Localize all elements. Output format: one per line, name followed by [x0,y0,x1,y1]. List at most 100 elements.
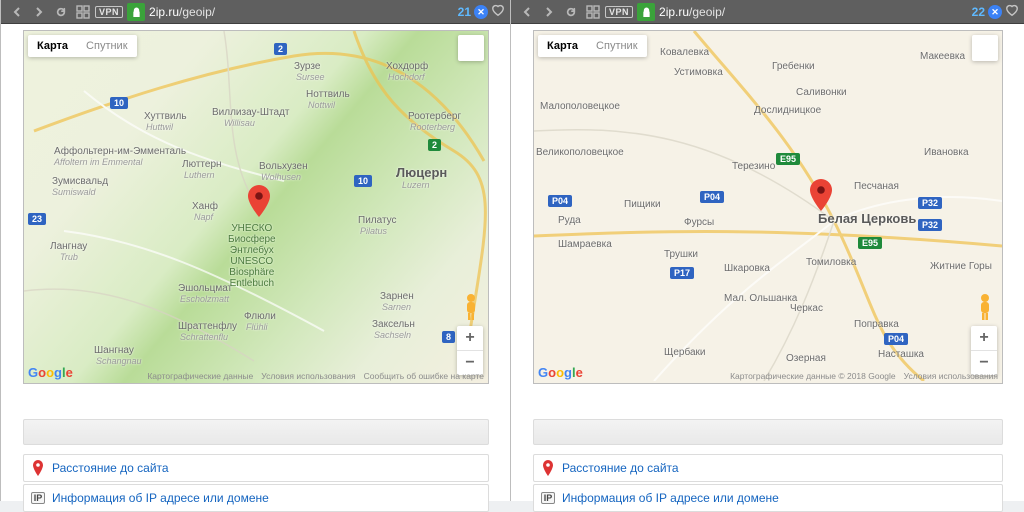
map-label: Аффольтерн-им-Эмменталь [54,146,186,157]
map-tab-satellite[interactable]: Спутник [77,35,136,57]
map[interactable]: Карта Спутник Аффольтерн-им-Эмменталь Af… [23,30,489,384]
link-label: Информация об IP адресе или домене [52,491,269,505]
map-label: Шкаровка [724,263,770,274]
pin-icon [540,460,556,476]
reload-button[interactable] [51,2,71,22]
pegman-icon[interactable] [460,293,482,321]
map-label: Шангнау [94,345,134,356]
pegman-icon[interactable] [974,293,996,321]
map-label: Терезино [732,161,775,172]
link-ipinfo[interactable]: IP Информация об IP адресе или домене [23,484,489,512]
road-shield: 10 [354,175,372,187]
tab-count: 21 [458,5,471,19]
map-tab-satellite[interactable]: Спутник [587,35,646,57]
map-label-sub: Luthern [184,170,215,180]
browser-pane-left: VPN 2ip.ru/geoip/ 21 ✕ Карта Спутник [0,0,512,501]
road-shield: P04 [884,333,908,345]
toolbar-tail: 21 ✕ [458,3,505,22]
map-label-sub: Willisau [224,118,255,128]
map-label: Саливонки [796,87,847,98]
zoom-control: + − [971,326,997,375]
map-pin-icon [810,179,832,211]
map-label: Ханф [192,201,218,212]
road-shield: P32 [918,197,942,209]
extensions-icon[interactable] [583,3,603,21]
map-type-switch[interactable]: Карта Спутник [538,35,647,57]
blocker-icon[interactable]: ✕ [988,5,1002,19]
link-distance[interactable]: Расстояние до сайта [533,454,1003,482]
forward-button[interactable] [29,2,49,22]
map-label: Черкас [790,303,823,314]
map-label: Трушки [664,249,698,260]
map-label: Виллизау-Штадт [212,107,290,118]
page-content: Карта Спутник Гребенки Спицки Ковалевка … [511,24,1024,501]
map-label-sub: Sumiswald [52,187,96,197]
zoom-control: + − [457,326,483,375]
map-label: Дослидницкое [754,105,821,116]
address-bar[interactable]: 2ip.ru/geoip/ [149,5,454,19]
map-label: Зурзе [294,61,320,72]
map-label-sub: Affoltern im Emmental [54,157,143,167]
map-label: Пищики [624,199,661,210]
section-separator [533,419,1003,445]
link-label: Информация об IP адресе или домене [562,491,779,505]
map-label: Песчаная [854,181,899,192]
map-label: Лангнау [50,241,87,252]
link-distance[interactable]: Расстояние до сайта [23,454,489,482]
road-shield: 8 [442,331,455,343]
back-button[interactable] [517,2,537,22]
road-shield: P04 [700,191,724,203]
map-credits: Картографические данныеУсловия использов… [139,371,484,381]
map-city-label: Белая Церковь [818,211,916,226]
zoom-in-button[interactable]: + [971,326,997,350]
favorite-icon[interactable] [1005,3,1019,22]
map-label: Насташка [878,349,924,360]
map-label-sub: Hochdorf [388,72,425,82]
road-shield: E95 [776,153,800,165]
map-type-switch[interactable]: Карта Спутник [28,35,137,57]
forward-button[interactable] [539,2,559,22]
map-label: Эшольцмат [178,283,232,294]
map-label: Люттерн [182,159,222,170]
map-label: Шраттенфлу [178,321,237,332]
map-label: Поправка [854,319,899,330]
map-label: Вольхузен [259,161,308,172]
browser-toolbar: VPN 2ip.ru/geoip/ 22 ✕ [511,0,1024,24]
map-label-sub: Wolhusen [261,172,301,182]
map-tab-map[interactable]: Карта [28,35,77,57]
map-park-label: УНЕСКО Биосфере Энтлебух UNESCO Biosphär… [228,223,276,289]
extensions-icon[interactable] [73,3,93,21]
link-label: Расстояние до сайта [52,461,169,475]
road-shield: P32 [918,219,942,231]
map-label-sub: Nottwil [308,100,335,110]
road-shield: E95 [858,237,882,249]
map-label: Житние Горы [930,261,992,272]
favorite-icon[interactable] [491,3,505,22]
fullscreen-button[interactable] [972,35,998,61]
map[interactable]: Карта Спутник Гребенки Спицки Ковалевка … [533,30,1003,384]
pin-icon [30,460,46,476]
map-label-sub: Schrattenflu [180,332,228,342]
map-label-sub: Sarnen [382,302,411,312]
map-label: Шамраевка [558,239,612,250]
map-label: Пилатус [358,215,397,226]
google-logo: Google [538,365,583,380]
address-bar[interactable]: 2ip.ru/geoip/ [659,5,968,19]
link-ipinfo[interactable]: IP Информация об IP адресе или домене [533,484,1003,512]
browser-pane-right: VPN 2ip.ru/geoip/ 22 ✕ Карта Спутник [510,0,1024,501]
reload-button[interactable] [561,2,581,22]
map-label: Зумисвальд [52,176,108,187]
blocker-icon[interactable]: ✕ [474,5,488,19]
map-city-label: Люцерн [396,165,447,180]
map-pin-icon [248,185,270,217]
google-logo: Google [28,365,73,380]
tab-count: 22 [972,5,985,19]
ip-icon: IP [30,490,46,506]
zoom-in-button[interactable]: + [457,326,483,350]
map-tab-map[interactable]: Карта [538,35,587,57]
page-content: Карта Спутник Аффольтерн-им-Эмменталь Af… [1,24,511,501]
ip-icon: IP [540,490,556,506]
back-button[interactable] [7,2,27,22]
fullscreen-button[interactable] [458,35,484,61]
browser-toolbar: VPN 2ip.ru/geoip/ 21 ✕ [1,0,511,24]
